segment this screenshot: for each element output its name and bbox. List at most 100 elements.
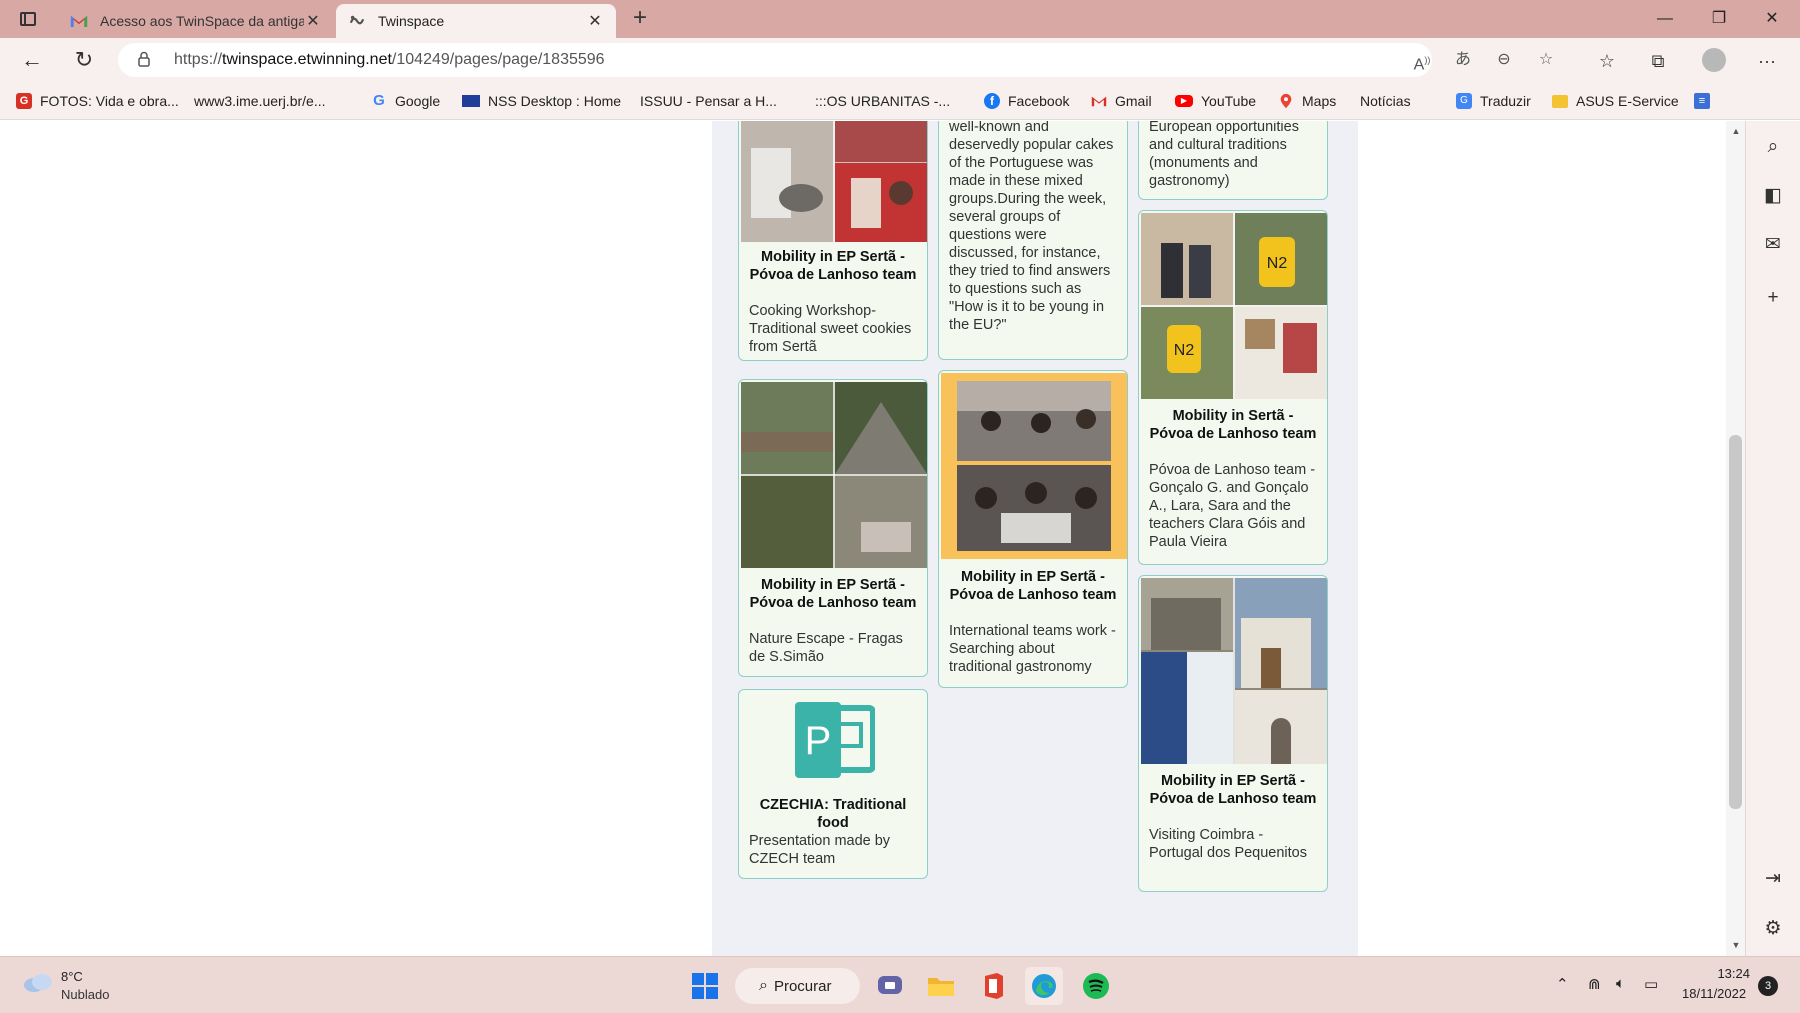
file-explorer-button[interactable] bbox=[922, 967, 960, 1005]
notification-badge[interactable]: 3 bbox=[1758, 976, 1778, 996]
tray-overflow-icon[interactable]: ⌃ bbox=[1556, 975, 1569, 993]
weather-temperature[interactable]: 8°C bbox=[61, 969, 83, 984]
collections-icon[interactable]: ⧉ bbox=[1645, 49, 1671, 73]
search-icon: ⌕ bbox=[759, 977, 768, 994]
bookmark-item[interactable]: www3.ime.uerj.br/e... bbox=[194, 90, 326, 227]
bookmark-item[interactable]: ASUS E-Service bbox=[1552, 90, 1679, 112]
bookmark-label: Maps bbox=[1302, 93, 1337, 109]
tab-actions-button[interactable] bbox=[14, 7, 42, 31]
card-description: European opportunities and cultural trad… bbox=[1149, 121, 1299, 189]
gallery-card[interactable]: Mobility in EP Sertã - Póvoa de Lanhoso … bbox=[938, 370, 1128, 688]
tab-label: Twinspace bbox=[378, 13, 445, 29]
windows-icon bbox=[692, 973, 718, 999]
url-text: https://twinspace.etwinning.net/104249/p… bbox=[174, 51, 605, 68]
tab-actions-icon bbox=[20, 12, 36, 26]
minimize-button[interactable]: — bbox=[1645, 6, 1685, 32]
tab-close-icon[interactable]: ✕ bbox=[586, 11, 604, 31]
bookmarks-overflow[interactable]: ≡ bbox=[1694, 90, 1718, 112]
taskbar-search[interactable]: ⌕ Procurar bbox=[735, 968, 860, 1004]
tab-close-icon[interactable]: ✕ bbox=[304, 11, 322, 31]
teams-chat-button[interactable] bbox=[871, 967, 909, 1005]
card-title: Mobility in EP Sertã - Póvoa de Lanhoso … bbox=[749, 577, 917, 611]
start-button[interactable] bbox=[686, 967, 724, 1005]
card-description: Cooking Workshop- Traditional sweet cook… bbox=[749, 303, 912, 355]
gallery-card[interactable]: Mobility in EP Sertã - Póvoa de Lanhoso … bbox=[1138, 575, 1328, 892]
restore-button[interactable]: ❐ bbox=[1699, 6, 1739, 32]
edge-button[interactable] bbox=[1025, 967, 1063, 1005]
zoom-out-icon[interactable]: ⊖ bbox=[1492, 49, 1516, 71]
bookmark-item[interactable]: G FOTOS: Vida e obra... bbox=[16, 90, 179, 112]
tab-twinspace[interactable]: Twinspace ✕ bbox=[336, 4, 616, 38]
bookmark-item[interactable]: ▶ YouTube bbox=[1175, 90, 1256, 112]
bookmark-item[interactable]: G Google bbox=[371, 90, 440, 112]
spotify-icon bbox=[1083, 973, 1109, 999]
gallery-card[interactable]: well-known and deservedly popular cakes … bbox=[938, 121, 1128, 360]
youtube-icon: ▶ bbox=[1175, 95, 1193, 107]
search-icon[interactable]: ⌕ bbox=[1760, 134, 1786, 160]
bookmark-item[interactable]: :::OS URBANITAS -... bbox=[815, 90, 950, 227]
lock-icon bbox=[138, 51, 150, 67]
svg-text:N2: N2 bbox=[1267, 255, 1288, 272]
g1-icon: G bbox=[16, 93, 32, 109]
windows-taskbar: 8°C Nublado ⌕ Procurar ⌃ ⋒ 🔈︎ ▭ 13:24 18… bbox=[0, 956, 1800, 1013]
scroll-up-arrow[interactable]: ▲ bbox=[1728, 126, 1744, 136]
add-sidebar-icon[interactable]: + bbox=[1760, 285, 1786, 311]
wifi-icon[interactable]: ⋒ bbox=[1588, 975, 1601, 993]
gallery-card[interactable]: European opportunities and cultural trad… bbox=[1138, 121, 1328, 200]
more-menu-icon[interactable]: ··· bbox=[1754, 49, 1780, 73]
folder-icon bbox=[928, 978, 954, 996]
weather-description[interactable]: Nublado bbox=[61, 987, 109, 1002]
profile-avatar[interactable] bbox=[1702, 48, 1726, 72]
gallery-card[interactable]: Mobility in EP Sertã - Póvoa de Lanhoso … bbox=[738, 121, 928, 361]
hide-sidebar-icon[interactable]: ⇥ bbox=[1760, 866, 1786, 892]
office-icon[interactable]: ◧ bbox=[1760, 183, 1786, 209]
card-description: Nature Escape - Fragas de S.Simão bbox=[749, 631, 903, 665]
bookmark-label: ISSUU - Pensar a H... bbox=[640, 93, 777, 109]
bookmark-item[interactable]: G Traduzir bbox=[1456, 90, 1531, 112]
read-aloud-icon[interactable]: A)) bbox=[1410, 49, 1434, 73]
back-button[interactable]: ← bbox=[17, 46, 47, 74]
office-app-button[interactable] bbox=[974, 967, 1012, 1005]
web-page: Mobility in EP Sertã - Póvoa de Lanhoso … bbox=[0, 121, 1745, 956]
bookmark-item[interactable]: NSS Desktop : Home bbox=[462, 90, 621, 112]
bookmark-label: ASUS E-Service bbox=[1576, 93, 1679, 109]
translate-page-icon[interactable]: あ bbox=[1451, 49, 1475, 71]
gallery-card[interactable]: Mobility in EP Sertã - Póvoa de Lanhoso … bbox=[738, 379, 928, 677]
clock-date[interactable]: 18/11/2022 bbox=[1682, 986, 1746, 1001]
refresh-button[interactable]: ↻ bbox=[69, 46, 99, 74]
tab-strip: Acesso aos TwinSpace da antiga ✕ Twinspa… bbox=[0, 0, 1800, 38]
coimbra-visit-photo bbox=[1141, 578, 1327, 764]
bookmark-item[interactable]: ISSUU - Pensar a H... bbox=[640, 90, 777, 227]
volume-icon[interactable]: 🔈︎ bbox=[1616, 975, 1625, 992]
close-window-button[interactable]: ✕ bbox=[1752, 6, 1792, 32]
scroll-down-arrow[interactable]: ▼ bbox=[1728, 940, 1744, 950]
add-favorite-icon[interactable]: ☆ bbox=[1534, 49, 1558, 71]
bookmark-item[interactable]: Maps bbox=[1278, 90, 1336, 112]
card-title: Mobility in EP Sertã - Póvoa de Lanhoso … bbox=[1149, 773, 1317, 807]
clock-time[interactable]: 13:24 bbox=[1716, 966, 1750, 981]
gallery-card[interactable]: P CZECHIA: Traditional food Presentation… bbox=[738, 689, 928, 879]
bookmark-item[interactable]: Gmail bbox=[1091, 90, 1152, 112]
address-bar[interactable]: https://twinspace.etwinning.net/104249/p… bbox=[118, 43, 1553, 77]
spotify-button[interactable] bbox=[1077, 967, 1115, 1005]
battery-icon[interactable]: ▭ bbox=[1644, 975, 1658, 993]
card-title: CZECHIA: Traditional food bbox=[759, 797, 907, 831]
chat-icon bbox=[878, 976, 902, 994]
bookmark-item[interactable]: f Facebook bbox=[984, 90, 1069, 112]
new-tab-button[interactable]: + bbox=[626, 6, 654, 32]
eu-flag-icon bbox=[462, 95, 480, 107]
outlook-icon[interactable]: ✉ bbox=[1760, 232, 1786, 258]
bookmark-label: Traduzir bbox=[1480, 93, 1531, 109]
card-description: Visiting Coimbra - Portugal dos Pequenit… bbox=[1149, 827, 1307, 861]
folder-icon bbox=[1552, 94, 1568, 108]
bookmark-item[interactable]: Notícias bbox=[1360, 90, 1411, 227]
favorites-icon[interactable]: ☆ bbox=[1594, 49, 1620, 73]
gallery-card[interactable]: N2 N2 Mobility in Sertã - Póvoa de Lanho… bbox=[1138, 210, 1328, 565]
scrollbar-thumb[interactable] bbox=[1729, 435, 1742, 809]
tab-gmail[interactable]: Acesso aos TwinSpace da antiga ✕ bbox=[58, 4, 334, 38]
card-title: Mobility in EP Sertã - Póvoa de Lanhoso … bbox=[949, 569, 1117, 603]
settings-icon[interactable]: ⚙ bbox=[1760, 916, 1786, 942]
translate-icon: G bbox=[1456, 93, 1472, 109]
bookmark-label: Facebook bbox=[1008, 93, 1070, 109]
bookmark-label: www3.ime.uerj.br/e... bbox=[194, 93, 326, 109]
